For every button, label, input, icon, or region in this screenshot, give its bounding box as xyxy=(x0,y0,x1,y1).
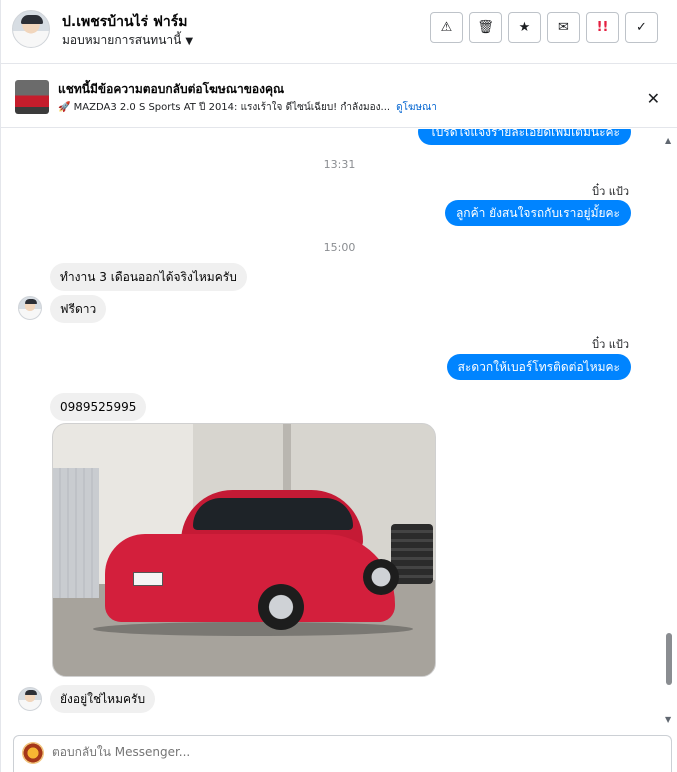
message-thread[interactable]: โปรดใจแจงรายละเอียดเพิ่มเติมนะคะ 13:31 บ… xyxy=(1,129,666,727)
scroll-up-icon[interactable]: ▲ xyxy=(665,136,671,145)
photo-license-plate xyxy=(133,572,163,586)
photo-car-window xyxy=(193,498,353,530)
photo-front-wheel xyxy=(258,584,304,630)
close-icon[interactable]: ✕ xyxy=(647,89,660,108)
photo-car-shadow xyxy=(93,622,413,636)
scrollbar[interactable]: ▲ ▼ xyxy=(664,136,674,724)
page-avatar xyxy=(22,742,44,764)
car-photo-attachment[interactable] xyxy=(52,423,436,677)
conversation-header: ป.เพชรบ้านไร่ ฟาร์ม มอบหมายการสนทนานี้ ▼ … xyxy=(1,0,677,64)
report-spam-button[interactable]: ⚠ xyxy=(430,12,463,43)
incoming-message: 0989525995 xyxy=(50,393,147,421)
scroll-down-icon[interactable]: ▼ xyxy=(665,715,671,724)
ad-banner-title: แชทนี้มีข้อความตอบกลับต่อโฆษณาของคุณ xyxy=(58,82,285,96)
delete-button[interactable]: 🗑 xyxy=(469,12,502,43)
timestamp: 15:00 xyxy=(323,241,356,254)
trash-icon: 🗑 xyxy=(477,20,494,35)
mark-done-button[interactable]: ✓ xyxy=(625,12,658,43)
incoming-message: ทำงาน 3 เดือนออกได้จริงไหมครับ xyxy=(50,263,247,291)
assign-label: มอบหมายการสนทนานี้ xyxy=(62,33,182,47)
message-composer xyxy=(13,735,672,772)
conversation-panel: ป.เพชรบ้านไร่ ฟาร์ม มอบหมายการสนทนานี้ ▼ … xyxy=(0,0,677,772)
contact-name[interactable]: ป.เพชรบ้านไร่ ฟาร์ม xyxy=(62,11,188,33)
star-icon: ★ xyxy=(518,20,531,35)
mark-unread-button[interactable]: ✉ xyxy=(547,12,580,43)
ad-thumbnail xyxy=(15,80,49,114)
ad-reply-banner: แชทนี้มีข้อความตอบกลับต่อโฆษณาของคุณ 🚀 M… xyxy=(1,65,677,128)
sender-name: บิ๋ว แป้ว xyxy=(592,338,629,351)
sender-name: บิ๋ว แป้ว xyxy=(592,185,629,198)
ad-description: 🚀 MAZDA3 2.0 S Sports AT ปี 2014: แรงเร้… xyxy=(58,102,391,113)
ad-banner-subtitle: 🚀 MAZDA3 2.0 S Sports AT ปี 2014: แรงเร้… xyxy=(58,100,437,115)
mark-unread-icon: ✉ xyxy=(558,20,569,35)
outgoing-message: โปรดใจแจงรายละเอียดเพิ่มเติมนะคะ xyxy=(418,129,631,145)
warning-icon: ⚠ xyxy=(440,20,453,35)
follow-up-button[interactable]: !! xyxy=(586,12,619,43)
timestamp: 13:31 xyxy=(323,158,356,171)
contact-avatar-small[interactable] xyxy=(18,687,42,711)
photo-door xyxy=(53,468,99,598)
contact-avatar[interactable] xyxy=(12,10,50,48)
caret-down-icon: ▼ xyxy=(185,36,194,47)
checkmark-icon: ✓ xyxy=(636,20,647,35)
view-ad-link[interactable]: ดูโฆษณา xyxy=(396,102,437,113)
outgoing-message: ลูกค้า ยังสนใจรถกับเราอยู่มั้ยคะ xyxy=(444,200,631,226)
incoming-message: ฟรีดาว xyxy=(50,295,107,323)
header-actions: ⚠ 🗑 ★ ✉ !! ✓ xyxy=(430,12,658,43)
reply-input[interactable] xyxy=(52,745,612,759)
photo-rear-wheel xyxy=(363,559,399,595)
outgoing-message: สะดวกให้เบอร์โทรติดต่อไหมคะ xyxy=(446,354,631,380)
follow-up-icon: !! xyxy=(596,20,609,35)
assign-conversation-dropdown[interactable]: มอบหมายการสนทนานี้ ▼ xyxy=(62,31,193,50)
incoming-message: ยังอยู่ใช่ไหมครับ xyxy=(50,685,156,713)
contact-avatar-small[interactable] xyxy=(18,296,42,320)
scrollbar-thumb[interactable] xyxy=(666,633,672,685)
star-button[interactable]: ★ xyxy=(508,12,541,43)
